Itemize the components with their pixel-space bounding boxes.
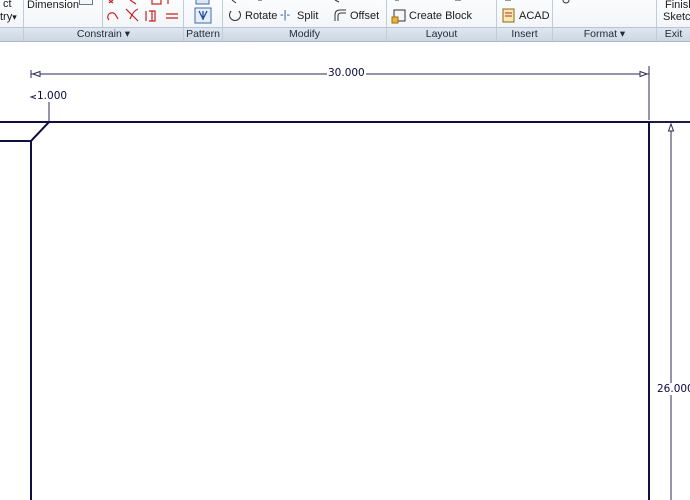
dimension-vertical[interactable]: 26.000 [656, 383, 690, 395]
finish-sketch-button[interactable]: Finish [665, 0, 690, 11]
sketch-geometry[interactable] [0, 42, 690, 500]
dimension-horizontal[interactable]: 30.000 [327, 67, 366, 79]
panel-title-exit: Exit [657, 27, 690, 41]
panel-title-pattern: Pattern [184, 27, 222, 41]
finish-sketch-label[interactable]: Sketch [663, 11, 690, 23]
panel-title-constrain[interactable]: Constrain ▾ [24, 27, 183, 41]
ribbon: ct try▾ Dimension Rotate -|- Split Offse… [0, 0, 690, 42]
panel-title-format[interactable]: Format ▾ [553, 27, 656, 41]
panel-title-layout: Layout [387, 27, 496, 41]
panel-title-modify: Modify [223, 27, 386, 41]
panel-title-left [0, 27, 23, 41]
panel-title-insert: Insert [497, 27, 552, 41]
dimension-chamfer[interactable]: 1.000 [36, 90, 69, 102]
sketch-canvas[interactable]: 30.000 1.000 26.000 [0, 42, 690, 500]
